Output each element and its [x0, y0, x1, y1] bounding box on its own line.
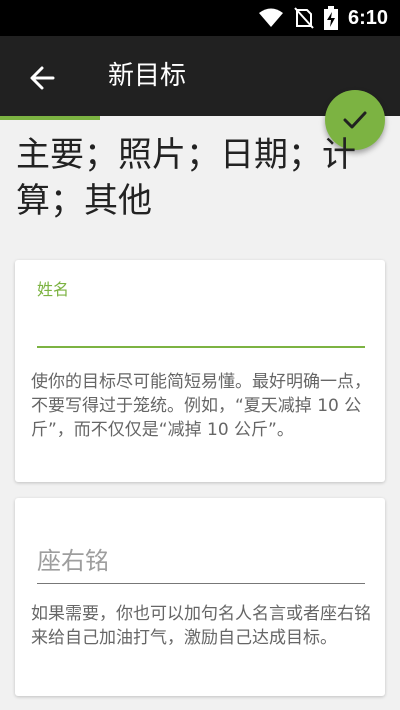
status-bar: 6:10 — [0, 0, 400, 36]
back-button[interactable] — [22, 58, 62, 98]
no-sim-icon — [294, 7, 314, 29]
status-time: 6:10 — [347, 6, 388, 29]
wifi-icon — [258, 8, 283, 27]
name-field[interactable] — [37, 310, 365, 348]
motto-field[interactable] — [37, 538, 365, 584]
progress-fill — [0, 116, 100, 120]
section-tabs-heading: 主要；照片；日期；计算；其他 — [16, 135, 356, 221]
arrow-back-icon — [30, 66, 55, 90]
status-icons: 6:10 — [258, 0, 388, 36]
motto-help-text: 如果需要，你也可以加句名人名言或者座右铭来给自己加油打气，激励自己达成目标。 — [31, 604, 371, 648]
name-card: 姓名 使你的目标尽可能简短易懂。最好明确一点，不要写得过于笼统。例如，“夏天减掉… — [15, 260, 385, 482]
name-help-text: 使你的目标尽可能简短易懂。最好明确一点，不要写得过于笼统。例如，“夏天减掉 10… — [31, 372, 371, 440]
page-title: 新目标 — [108, 61, 187, 91]
check-icon — [343, 111, 367, 129]
battery-charging-icon — [323, 6, 338, 30]
name-field-label: 姓名 — [37, 280, 70, 299]
motto-card: 如果需要，你也可以加句名人名言或者座右铭来给自己加油打气，激励自己达成目标。 — [15, 498, 385, 696]
